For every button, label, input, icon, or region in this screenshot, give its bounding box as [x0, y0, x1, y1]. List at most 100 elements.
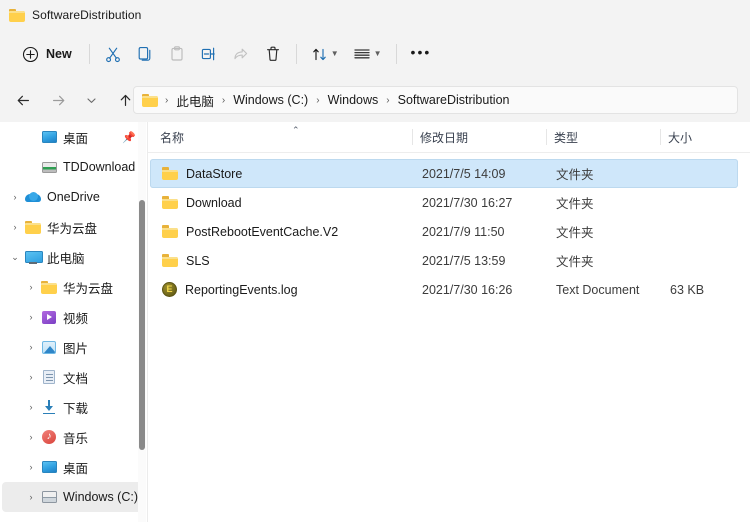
column-divider[interactable]	[546, 129, 547, 145]
sort-button[interactable]: ▼	[304, 38, 346, 70]
file-name: DataStore	[186, 167, 242, 181]
recent-locations-button[interactable]	[77, 86, 105, 114]
toolbar-divider	[296, 44, 297, 64]
breadcrumb-item-0[interactable]: 此电脑	[175, 91, 215, 110]
new-button-label: New	[46, 47, 72, 61]
column-header-size[interactable]: 大小	[668, 122, 692, 152]
sidebar-item-huawei-cloud[interactable]: › 华为云盘	[2, 212, 143, 242]
sidebar-item-documents[interactable]: › 文档	[2, 362, 143, 392]
sort-ascending-caret-icon: ⌃	[292, 126, 300, 135]
breadcrumb-separator: ›	[165, 95, 168, 106]
column-divider[interactable]	[660, 129, 661, 145]
table-row[interactable]: PostRebootEventCache.V2 2021/7/9 11:50 文…	[150, 217, 738, 246]
folder-icon	[162, 196, 178, 209]
file-date: 2021/7/5 13:59	[422, 246, 505, 275]
sidebar-item-downloads[interactable]: › 下载	[2, 392, 143, 422]
sidebar-item-this-pc[interactable]: ⌄ 此电脑	[2, 242, 143, 272]
chevron-right-icon[interactable]: ›	[6, 223, 24, 232]
chevron-down-icon	[85, 94, 98, 107]
sidebar-scrollbar-thumb[interactable]	[139, 200, 145, 450]
table-row[interactable]: DataStore 2021/7/5 14:09 文件夹	[150, 159, 738, 188]
folder-icon	[24, 221, 42, 234]
breadcrumb-item-1[interactable]: Windows (C:)	[232, 93, 309, 107]
arrow-left-icon	[15, 92, 32, 109]
paste-button[interactable]	[161, 38, 193, 70]
network-drive-icon	[40, 162, 58, 173]
file-name-cell: Download	[162, 188, 242, 217]
sidebar-item-label: 下载	[63, 398, 88, 417]
file-date: 2021/7/9 11:50	[422, 217, 504, 246]
folder-icon	[40, 281, 58, 294]
table-row[interactable]: SLS 2021/7/5 13:59 文件夹	[150, 246, 738, 275]
sidebar-item-desktop-quick[interactable]: › 桌面 📌	[2, 122, 143, 152]
chevron-right-icon[interactable]: ›	[22, 403, 40, 412]
breadcrumb-item-2[interactable]: Windows	[327, 93, 380, 107]
sidebar-item-label: 此电脑	[47, 248, 85, 267]
sidebar-item-windows-c[interactable]: › Windows (C:)	[2, 482, 143, 512]
sidebar-item-music[interactable]: › 音乐	[2, 422, 143, 452]
column-header-name[interactable]: 名称	[160, 122, 184, 152]
sidebar-item-label: 桌面	[63, 458, 88, 477]
sidebar-item-pictures[interactable]: › 图片	[2, 332, 143, 362]
chevron-right-icon[interactable]: ›	[22, 343, 40, 352]
ellipsis-icon: •••	[411, 44, 432, 64]
address-bar[interactable]: › 此电脑 › Windows (C:) › Windows › Softwar…	[133, 86, 738, 114]
chevron-down-icon[interactable]: ⌄	[6, 253, 24, 262]
delete-button[interactable]	[257, 38, 289, 70]
command-toolbar: New	[0, 30, 750, 78]
sidebar-item-onedrive[interactable]: › OneDrive	[2, 182, 143, 212]
file-type: 文件夹	[556, 188, 594, 217]
back-button[interactable]	[9, 86, 37, 114]
sidebar-item-videos[interactable]: › 视频	[2, 302, 143, 332]
copy-button[interactable]	[129, 38, 161, 70]
sidebar-item-huawei-cloud-child[interactable]: › 华为云盘	[2, 272, 143, 302]
sidebar-item-desktop[interactable]: › 桌面	[2, 452, 143, 482]
rename-button[interactable]	[193, 38, 225, 70]
view-button[interactable]: ▼	[346, 38, 389, 70]
chevron-right-icon[interactable]: ›	[22, 373, 40, 382]
file-size: 63 KB	[670, 275, 704, 304]
file-name: Download	[186, 196, 242, 210]
column-divider[interactable]	[412, 129, 413, 145]
breadcrumb-item-3[interactable]: SoftwareDistribution	[397, 93, 511, 107]
chevron-right-icon: ›	[22, 133, 40, 142]
sidebar-item-label: 桌面	[63, 128, 88, 147]
file-name-cell: E ReportingEvents.log	[162, 275, 298, 304]
breadcrumb-separator: ›	[316, 95, 319, 106]
toolbar-divider	[89, 44, 90, 64]
download-icon	[40, 400, 58, 414]
table-row[interactable]: E ReportingEvents.log 2021/7/30 16:26 Te…	[150, 275, 738, 304]
chevron-right-icon[interactable]: ›	[22, 283, 40, 292]
breadcrumb-separator: ›	[386, 95, 389, 106]
navigation-pane: › 桌面 📌 › TDDownload (\\ › OneDrive › 华为云…	[0, 122, 146, 522]
chevron-right-icon[interactable]: ›	[22, 463, 40, 472]
chevron-right-icon[interactable]: ›	[22, 313, 40, 322]
pin-icon[interactable]: 📌	[122, 131, 136, 144]
chevron-right-icon[interactable]: ›	[22, 493, 40, 502]
view-lines-icon	[353, 47, 371, 62]
table-row[interactable]: Download 2021/7/30 16:27 文件夹	[150, 188, 738, 217]
sidebar-item-label: 图片	[63, 338, 88, 357]
column-header-date[interactable]: 修改日期	[420, 122, 468, 152]
scissors-icon	[104, 45, 122, 63]
forward-button[interactable]	[44, 86, 72, 114]
new-button[interactable]: New	[14, 38, 82, 70]
column-header-type[interactable]: 类型	[554, 122, 578, 152]
copy-icon	[136, 45, 154, 63]
folder-icon	[162, 254, 178, 267]
file-name-cell: DataStore	[162, 159, 242, 188]
file-list-pane: 名称 ⌃ 修改日期 类型 大小 DataStore	[148, 122, 750, 522]
drive-icon	[40, 491, 58, 503]
sidebar-item-tddownload[interactable]: › TDDownload (\\	[2, 152, 143, 182]
chevron-right-icon[interactable]: ›	[22, 433, 40, 442]
more-options-button[interactable]: •••	[404, 38, 439, 70]
share-button[interactable]	[225, 38, 257, 70]
chevron-right-icon[interactable]: ›	[6, 193, 24, 202]
music-icon	[40, 430, 58, 444]
cut-button[interactable]	[97, 38, 129, 70]
picture-icon	[40, 341, 58, 354]
desktop-icon	[40, 131, 58, 143]
file-name-cell: PostRebootEventCache.V2	[162, 217, 338, 246]
sidebar-item-label: 华为云盘	[47, 218, 97, 237]
window-title: SoftwareDistribution	[32, 8, 141, 22]
